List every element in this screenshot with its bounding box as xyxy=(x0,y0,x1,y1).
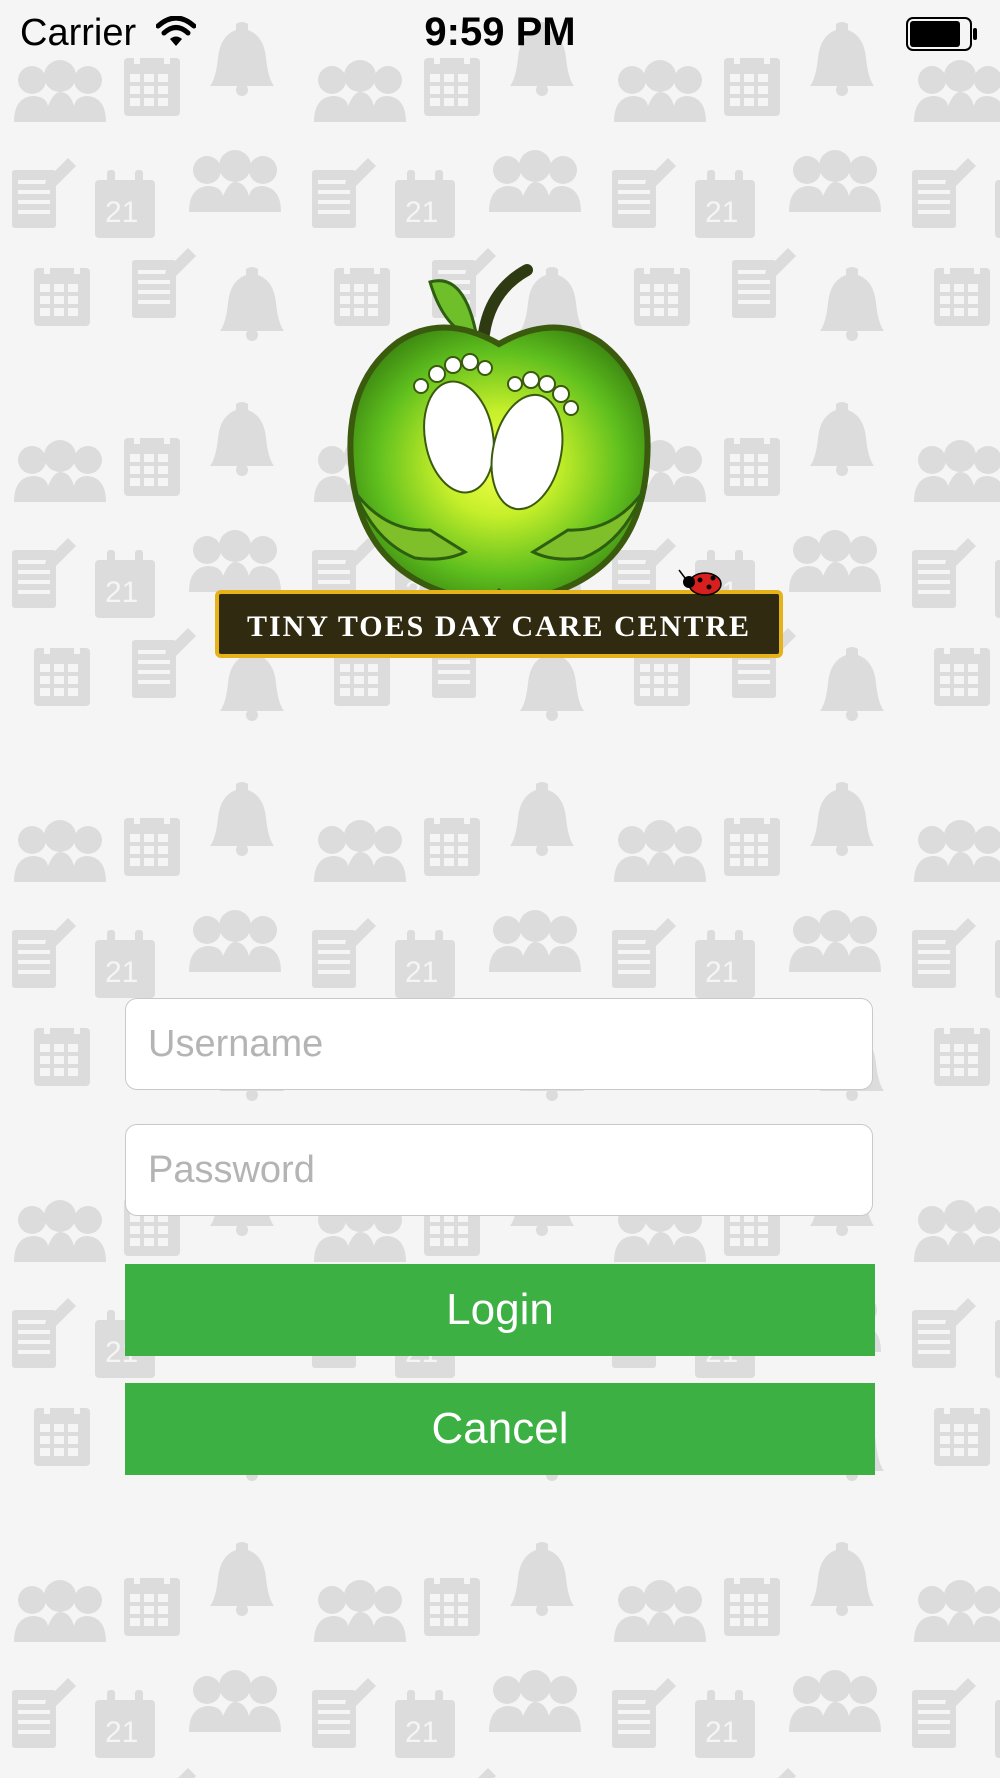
cancel-button[interactable]: Cancel xyxy=(125,1383,875,1475)
status-time: 9:59 PM xyxy=(424,10,576,54)
battery-icon xyxy=(906,17,977,51)
status-bar: Carrier 9:59 PM xyxy=(0,0,1000,68)
password-field[interactable] xyxy=(125,1124,873,1216)
login-button[interactable]: Login xyxy=(125,1264,875,1356)
app-logo: TINY TOES DAY CARE CENTRE xyxy=(215,264,783,658)
username-field[interactable] xyxy=(125,998,873,1090)
password-input[interactable] xyxy=(126,1125,872,1215)
username-input[interactable] xyxy=(126,999,872,1089)
logo-text: TINY TOES DAY CARE CENTRE xyxy=(247,610,751,643)
